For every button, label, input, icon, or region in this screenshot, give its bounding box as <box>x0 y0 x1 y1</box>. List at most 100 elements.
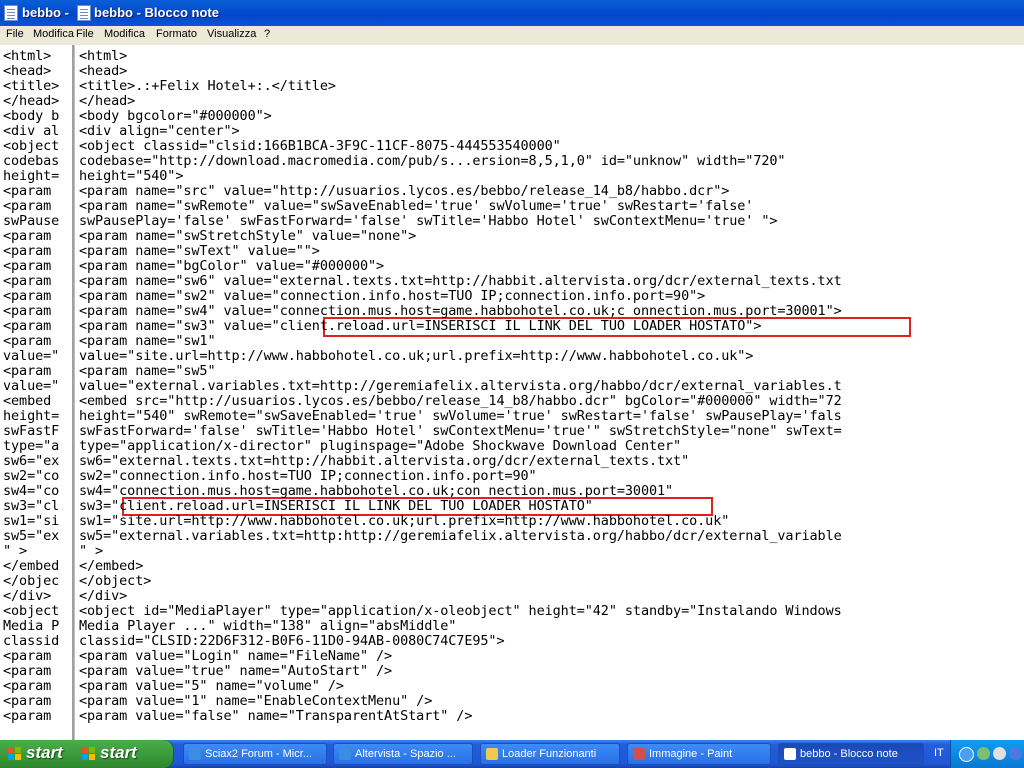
ie-icon <box>339 748 351 760</box>
code-line: codebas <box>3 153 60 169</box>
code-line: Media P <box>3 618 60 634</box>
code-line: <param <box>3 183 52 199</box>
code-line: sw2="co <box>3 468 60 484</box>
taskbar-button[interactable]: Altervista - Spazio ... <box>333 743 473 765</box>
taskbar-button[interactable]: Immagine - Paint <box>627 743 771 765</box>
network-icon[interactable] <box>977 747 990 760</box>
paint-icon <box>633 748 645 760</box>
code-line: classid="CLSID:22D6F312-B0F6-11D0-94AB-0… <box>79 633 505 649</box>
code-line: <param value="false" name="TransparentAt… <box>79 708 473 724</box>
code-line: <param name="sw2" value="connection.info… <box>79 288 706 304</box>
taskbar-button[interactable]: bebbo - Blocco note <box>778 743 924 765</box>
code-line: <param <box>3 363 52 379</box>
back-window-text-area[interactable]: <html> <head> <title> </head> <body b <div al… <box>0 45 74 740</box>
code-line: </div> <box>79 588 128 604</box>
language-indicator[interactable]: IT <box>934 747 944 759</box>
code-line: <embed <box>3 393 52 409</box>
taskbar-button[interactable]: Loader Funzionanti <box>480 743 620 765</box>
notepad-icon <box>4 5 18 21</box>
code-line: <object classid="clsid:166B1BCA-3F9C-11C… <box>79 138 561 154</box>
code-line: sw6="ex <box>3 453 60 469</box>
code-line: </head> <box>79 93 136 109</box>
code-line: Media Player ..." width="138" align="abs… <box>79 618 457 634</box>
code-line: <param value="true" name="AutoStart" /> <box>79 663 393 679</box>
code-line: sw3="cl <box>3 498 60 514</box>
code-line: <object <box>3 138 60 154</box>
code-line: <param <box>3 663 52 679</box>
code-line: <param name="sw6" value="external.texts.… <box>79 273 842 289</box>
back-window-menubar: File Modifica <box>0 26 74 45</box>
code-line: <html> <box>79 48 128 64</box>
code-line: <div al <box>3 123 60 139</box>
code-line: <param <box>3 258 52 274</box>
code-line: sw5="external.variables.txt=http:http://… <box>79 528 842 544</box>
menu-help[interactable]: ? <box>264 28 270 40</box>
code-line: swFastForward='false' swTitle='Habbo Hot… <box>79 423 842 439</box>
start-label: start <box>100 743 137 762</box>
code-line: <param <box>3 273 52 289</box>
start-button[interactable]: start <box>0 740 84 768</box>
code-line: <head> <box>3 63 52 79</box>
notepad-icon <box>77 5 91 21</box>
system-tray <box>950 740 1024 768</box>
code-line: " > <box>79 543 104 559</box>
code-line: value="external.variables.txt=http://ger… <box>79 378 842 394</box>
code-line: <param <box>3 198 52 214</box>
code-line: </embed> <box>79 558 144 574</box>
menu-file[interactable]: File <box>6 28 24 40</box>
windows-logo-icon <box>82 747 96 761</box>
start-button[interactable]: start <box>74 740 174 768</box>
code-line: <param <box>3 243 52 259</box>
code-line: sw2="connection.info.host=TUO IP;connect… <box>79 468 537 484</box>
help-icon[interactable] <box>959 747 974 762</box>
code-line: value="site.url=http://www.habbohotel.co… <box>79 348 754 364</box>
taskbar-button-label: Immagine - Paint <box>649 748 733 760</box>
menu-formato[interactable]: Formato <box>156 28 197 40</box>
code-line: height= <box>3 408 60 424</box>
code-line: <html> <box>3 48 52 64</box>
menu-file[interactable]: File <box>76 28 94 40</box>
code-line: height="540" swRemote="swSaveEnabled='tr… <box>79 408 842 424</box>
back-window-titlebar[interactable]: bebbo - <box>0 0 74 26</box>
code-line: sw3="client.reload.url=INSERISCI IL LINK… <box>79 498 593 514</box>
code-line: sw4="connection.mus.host=game.habbohotel… <box>79 483 674 499</box>
code-line: <param <box>3 648 52 664</box>
code-line: sw6="external.texts.txt=http://habbit.al… <box>79 453 690 469</box>
code-line: <param <box>3 318 52 334</box>
code-line: <param <box>3 288 52 304</box>
code-line: <param <box>3 333 52 349</box>
menu-modifica[interactable]: Modifica <box>104 28 145 40</box>
notepad-titlebar[interactable]: bebbo - Blocco note <box>74 0 1024 26</box>
code-line: <param <box>3 228 52 244</box>
menu-visualizza[interactable]: Visualizza <box>207 28 256 40</box>
taskbar-button[interactable]: Sciax2 Forum - Micr... <box>183 743 327 765</box>
folder-icon <box>486 748 498 760</box>
code-line: codebase="http://download.macromedia.com… <box>79 153 786 169</box>
start-label: start <box>26 743 63 762</box>
notepad-menubar: File Modifica Formato Visualizza ? <box>74 26 1024 46</box>
code-line: <body b <box>3 108 60 124</box>
taskbar-button-label: Loader Funzionanti <box>502 748 597 760</box>
code-line: type="application/x-director" pluginspag… <box>79 438 682 454</box>
code-line: </objec <box>3 573 60 589</box>
code-line: sw1="site.url=http://www.habbohotel.co.u… <box>79 513 730 529</box>
code-line: <div align="center"> <box>79 123 240 139</box>
windows-logo-icon <box>8 747 22 761</box>
code-line: <body bgcolor="#000000"> <box>79 108 272 124</box>
taskbar: start start Sciax2 Forum - Micr... Alterv… <box>0 740 1024 768</box>
volume-icon[interactable] <box>993 747 1006 760</box>
ie-icon <box>189 748 201 760</box>
code-line: <head> <box>79 63 128 79</box>
messenger-icon[interactable] <box>1009 747 1022 760</box>
code-line: <param name="swRemote" value="swSaveEnab… <box>79 198 754 214</box>
notepad-text-area[interactable]: <html> <head> <title>.:+Felix Hotel+:.</ti… <box>74 45 1024 740</box>
code-line: <param name="swStretchStyle" value="none… <box>79 228 417 244</box>
code-line: </embed <box>3 558 60 574</box>
code-line: <param <box>3 693 52 709</box>
menu-modifica[interactable]: Modifica <box>33 28 74 40</box>
code-line: <title> <box>3 78 60 94</box>
code-line: height= <box>3 168 60 184</box>
code-line: <param name="bgColor" value="#000000"> <box>79 258 385 274</box>
code-line: <param name="sw1" <box>79 333 216 349</box>
code-line: " > <box>3 543 28 559</box>
